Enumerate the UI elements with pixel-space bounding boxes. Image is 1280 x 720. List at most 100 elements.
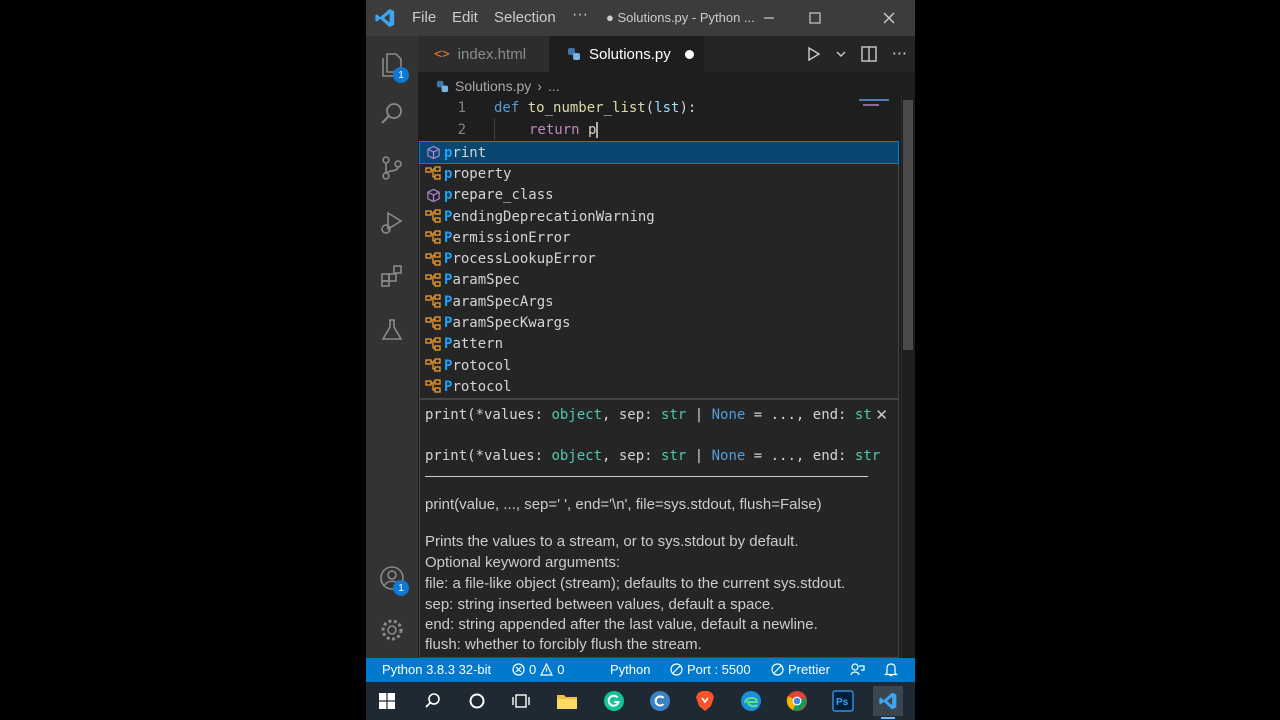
suggestion-item[interactable]: PendingDeprecationWarning	[420, 206, 898, 227]
active-app-indicator	[881, 717, 895, 719]
suggestion-item[interactable]: prepare_class	[420, 185, 898, 206]
photoshop-app[interactable]: Ps	[828, 686, 858, 716]
minimap[interactable]	[859, 97, 899, 111]
language-mode[interactable]: Python	[610, 662, 650, 677]
search-button[interactable]	[366, 90, 418, 138]
vscode-taskbar-app[interactable]	[873, 686, 903, 719]
close-window-button[interactable]	[866, 0, 912, 36]
taskbar-search-button[interactable]	[418, 686, 448, 716]
breadcrumb-separator: ›	[537, 78, 542, 94]
signature-full: print(*values: object, sep: str | None =…	[425, 448, 881, 464]
chrome-browser-app[interactable]	[782, 686, 812, 716]
settings-button[interactable]	[366, 606, 418, 654]
run-icon[interactable]	[806, 44, 822, 64]
extensions-button[interactable]	[366, 252, 418, 300]
split-editor-icon[interactable]	[860, 44, 878, 64]
tab-label: index.html	[457, 45, 527, 63]
brave-lion-icon	[696, 691, 714, 711]
suggestion-item[interactable]: ParamSpecKwargs	[420, 312, 898, 333]
suggestion-item[interactable]: Pattern	[420, 334, 898, 355]
tab-solutions-py[interactable]: Solutions.py	[549, 36, 704, 72]
suggestion-item[interactable]: ParamSpec	[420, 270, 898, 291]
code-text: return p	[529, 122, 599, 138]
suggestion-label: ParamSpec	[444, 272, 520, 289]
search-icon	[381, 103, 402, 124]
problems-indicator[interactable]: 0 0	[512, 662, 564, 677]
accounts-button[interactable]: 1	[366, 554, 418, 602]
file-explorer-app[interactable]	[552, 686, 582, 716]
class-icon	[422, 206, 444, 227]
more-actions-icon[interactable]: ···	[892, 44, 907, 64]
extensions-icon	[381, 265, 402, 287]
prettier-status[interactable]: Prettier	[771, 662, 830, 677]
breadcrumb-more[interactable]: ...	[548, 78, 560, 94]
edge-browser-app[interactable]	[736, 686, 766, 716]
menu-selection[interactable]: Selection	[494, 9, 556, 26]
testing-button[interactable]	[366, 306, 418, 354]
method-icon	[422, 185, 444, 206]
class-icon	[422, 334, 444, 355]
error-count: 0	[529, 662, 537, 677]
close-details-icon[interactable]: ✕	[875, 406, 888, 424]
breadcrumb-file[interactable]: Solutions.py	[455, 78, 531, 94]
class-icon	[422, 291, 444, 312]
brave-browser-app[interactable]	[690, 686, 720, 716]
class-icon	[422, 227, 444, 248]
start-button[interactable]	[372, 686, 402, 716]
python-file-icon	[568, 48, 580, 60]
method-icon	[422, 142, 444, 163]
tab-index-html[interactable]: <> index.html	[418, 36, 549, 72]
feedback-button[interactable]	[850, 662, 865, 677]
indent-guide	[494, 118, 495, 140]
tab-label: Solutions.py	[589, 45, 671, 63]
block-icon	[771, 663, 784, 676]
menu-edit[interactable]: Edit	[452, 9, 478, 26]
run-debug-button[interactable]	[366, 198, 418, 246]
suggestion-item[interactable]: print	[419, 140, 899, 165]
minimize-button[interactable]	[746, 0, 792, 36]
block-icon	[670, 663, 683, 676]
activity-bar: 1 1	[366, 36, 418, 658]
explorer-button[interactable]: 1	[366, 40, 418, 88]
suggestion-item[interactable]: Protocol	[420, 376, 898, 397]
scrollbar-thumb[interactable]	[903, 100, 913, 350]
explorer-badge: 1	[393, 67, 409, 83]
live-server-port[interactable]: Port : 5500	[670, 662, 751, 677]
doc-line: end: string appended after the last valu…	[425, 616, 818, 633]
canva-app[interactable]	[645, 686, 675, 716]
code-line: 2 return p	[418, 119, 898, 141]
source-control-button[interactable]	[366, 144, 418, 192]
cortana-button[interactable]	[462, 686, 492, 716]
suggestion-item[interactable]: PermissionError	[420, 227, 898, 248]
unsaved-dot-icon[interactable]	[684, 49, 694, 59]
grammarly-app[interactable]	[599, 686, 629, 716]
doc-line: sep: string inserted between values, def…	[425, 596, 775, 613]
edge-icon	[741, 691, 761, 711]
doc-line: Optional keyword arguments:	[425, 554, 621, 571]
suggestion-item[interactable]: Protocol	[420, 355, 898, 376]
function-name: to_number_list	[527, 100, 646, 116]
menu-file[interactable]: File	[412, 9, 436, 26]
python-file-icon	[436, 80, 449, 92]
python-interpreter[interactable]: Python 3.8.3 32-bit	[382, 662, 491, 677]
maximize-button[interactable]	[792, 0, 838, 36]
menu-more[interactable]: ···	[572, 6, 588, 24]
suggestion-label: Pattern	[444, 336, 504, 353]
suggestion-item[interactable]: ParamSpecArgs	[420, 291, 898, 312]
suggestion-label: prepare_class	[444, 187, 554, 204]
error-icon	[512, 663, 525, 676]
notifications-button[interactable]	[884, 662, 898, 677]
suggestion-item[interactable]: ProcessLookupError	[420, 249, 898, 270]
task-view-button[interactable]	[506, 686, 536, 716]
suggestion-label: ParamSpecArgs	[444, 293, 554, 310]
chevron-down-icon[interactable]	[836, 44, 846, 64]
breadcrumb: Solutions.py › ...	[436, 78, 560, 94]
class-icon	[422, 163, 444, 184]
bell-icon	[884, 663, 898, 677]
photoshop-icon: Ps	[832, 690, 854, 712]
keyword: return	[529, 122, 580, 138]
suggestion-item[interactable]: property	[420, 163, 898, 184]
signature-short: print(*values: object, sep: str | None =…	[425, 407, 872, 423]
status-bar: Python 3.8.3 32-bit 0 0 Python Port : 55…	[366, 658, 915, 682]
window-title: ● Solutions.py - Python ...	[606, 10, 755, 25]
